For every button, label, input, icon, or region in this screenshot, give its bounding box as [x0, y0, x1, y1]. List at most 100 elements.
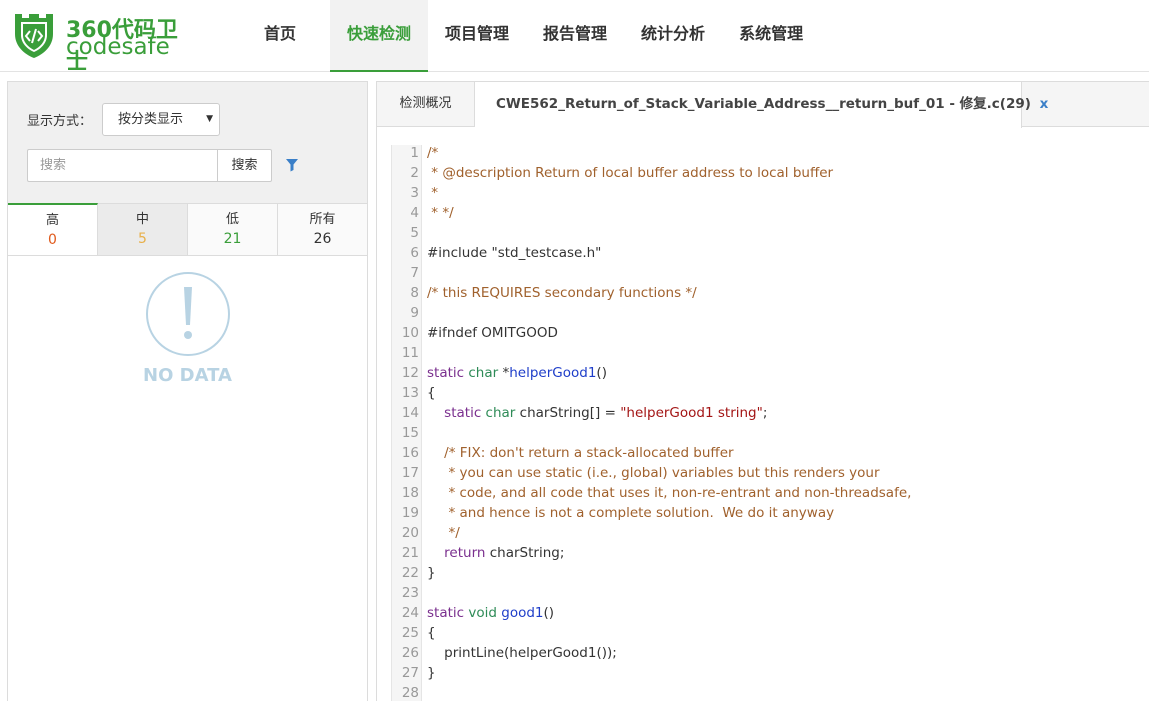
line-number: 2 [410, 165, 419, 181]
line-number: 10 [401, 325, 419, 341]
tab-source-file-label: CWE562_Return_of_Stack_Variable_Address_… [496, 96, 1031, 112]
nav-home[interactable]: 首页 [230, 0, 330, 72]
tab-medium[interactable]: 中 5 [98, 204, 188, 255]
nav-system[interactable]: 系统管理 [722, 0, 820, 72]
line-number: 7 [410, 265, 419, 281]
tab-low[interactable]: 低 21 [188, 204, 278, 255]
line-number: 6 [410, 245, 419, 261]
line-text: * you can use static (i.e., global) vari… [427, 465, 880, 481]
top-header: 360代码卫士 codesafe 首页 快速检测 项目管理 报告管理 统计分析 … [0, 0, 1149, 75]
line-text: } [427, 665, 436, 681]
line-number: 18 [401, 485, 419, 501]
line-number: 25 [401, 625, 419, 641]
filter-icon[interactable] [285, 158, 299, 172]
code-line: 22} [392, 563, 1149, 583]
tab-medium-count: 5 [138, 231, 147, 247]
tab-source-file[interactable]: CWE562_Return_of_Stack_Variable_Address_… [475, 82, 1048, 128]
code-line: 19 * and hence is not a complete solutio… [392, 503, 1149, 523]
line-number: 3 [410, 185, 419, 201]
line-number: 26 [401, 645, 419, 661]
code-line: 5 [392, 223, 1149, 243]
code-line: 18 * code, and all code that uses it, no… [392, 483, 1149, 503]
code-line: 7 [392, 263, 1149, 283]
search-button[interactable]: 搜索 [217, 149, 272, 182]
line-number: 15 [401, 425, 419, 441]
line-number: 4 [410, 205, 419, 221]
line-number: 27 [401, 665, 419, 681]
tab-high[interactable]: 高 0 [8, 203, 98, 255]
line-number: 21 [401, 545, 419, 561]
line-number: 1 [410, 145, 419, 161]
tab-low-count: 21 [223, 231, 242, 247]
code-line: 14 static char charString[] = "helperGoo… [392, 403, 1149, 423]
main-nav: 首页 快速检测 项目管理 报告管理 统计分析 系统管理 [230, 0, 820, 72]
no-data-text: NO DATA [143, 365, 232, 386]
line-text: #include "std_testcase.h" [427, 245, 602, 261]
display-mode-select[interactable]: 按分类显示 ▼ [102, 103, 220, 136]
line-number: 12 [401, 365, 419, 381]
line-number: 28 [401, 685, 419, 701]
nav-projects[interactable]: 项目管理 [428, 0, 526, 72]
code-line: 16 /* FIX: don't return a stack-allocate… [392, 443, 1149, 463]
code-line: 10 #ifndef OMITGOOD [392, 323, 1149, 343]
code-line: 1 /* [392, 145, 1149, 163]
code-line: 17 * you can use static (i.e., global) v… [392, 463, 1149, 483]
line-text: { [427, 625, 436, 641]
nav-statistics[interactable]: 统计分析 [624, 0, 722, 72]
tab-overview[interactable]: 检测概况 [377, 82, 475, 127]
line-text: static char charString[] = "helperGood1 … [444, 405, 768, 421]
code-line: 9 [392, 303, 1149, 323]
line-number: 24 [401, 605, 419, 621]
nav-quick-scan[interactable]: 快速检测 [330, 0, 429, 72]
line-text: printLine(helperGood1()); [427, 645, 617, 661]
display-mode-label: 显示方式： [27, 114, 93, 129]
line-number: 9 [410, 305, 419, 321]
caret-down-icon: ▼ [206, 114, 213, 124]
severity-tabs: 高 0 中 5 低 21 所有 26 [8, 203, 367, 256]
code-line: 8 /* this REQUIRES secondary functions */ [392, 283, 1149, 303]
line-number: 23 [401, 585, 419, 601]
line-number: 5 [410, 225, 419, 241]
exclamation-circle-icon [146, 272, 230, 356]
logo-title-en: codesafe [66, 34, 170, 60]
line-text: /* this REQUIRES secondary functions */ [427, 285, 697, 301]
code-line: 2 * @description Return of local buffer … [392, 163, 1149, 183]
line-text: return charString; [444, 545, 565, 561]
line-number: 19 [401, 505, 419, 521]
defect-sidebar: 显示方式： 按分类显示 ▼ 搜索 搜索 高 0 中 5 低 21 所有 26 N… [7, 81, 368, 701]
line-number: 17 [401, 465, 419, 481]
code-viewer-panel: 检测概况 CWE562_Return_of_Stack_Variable_Add… [376, 81, 1149, 701]
code-line: 28 [392, 683, 1149, 701]
tab-medium-label: 中 [135, 212, 149, 227]
tab-all[interactable]: 所有 26 [278, 204, 367, 255]
code-line: 11 [392, 343, 1149, 363]
code-line: 26 printLine(helperGood1()); [392, 643, 1149, 663]
code-line: 15 [392, 423, 1149, 443]
line-number: 14 [401, 405, 419, 421]
line-text: * */ [427, 205, 454, 221]
line-text: } [427, 565, 436, 581]
line-text: * and hence is not a complete solution. … [427, 505, 835, 521]
line-text: static char *helperGood1() [427, 365, 607, 381]
code-line: 6 #include "std_testcase.h" [392, 243, 1149, 263]
line-number: 22 [401, 565, 419, 581]
line-text: */ [427, 525, 460, 541]
line-text: #ifndef OMITGOOD [427, 325, 558, 341]
code-line: 21 return charString; [392, 543, 1149, 563]
close-icon[interactable]: x [1040, 96, 1049, 112]
shield-code-icon [15, 14, 53, 58]
line-text: * @description Return of local buffer ad… [427, 165, 834, 181]
tab-all-count: 26 [313, 231, 332, 247]
line-number: 20 [401, 525, 419, 541]
line-text: { [427, 385, 436, 401]
search-input[interactable]: 搜索 [27, 149, 218, 182]
codesafe-logo[interactable]: 360代码卫士 codesafe [12, 10, 192, 75]
nav-reports[interactable]: 报告管理 [526, 0, 624, 72]
line-text: static void good1() [427, 605, 555, 621]
code-line: 27} [392, 663, 1149, 683]
code-line: 25 { [392, 623, 1149, 643]
line-text: * [427, 185, 439, 201]
line-text: /* [427, 145, 439, 161]
source-code-view[interactable]: 1 /* 2 * @description Return of local buff… [391, 145, 1149, 701]
line-number: 13 [401, 385, 419, 401]
